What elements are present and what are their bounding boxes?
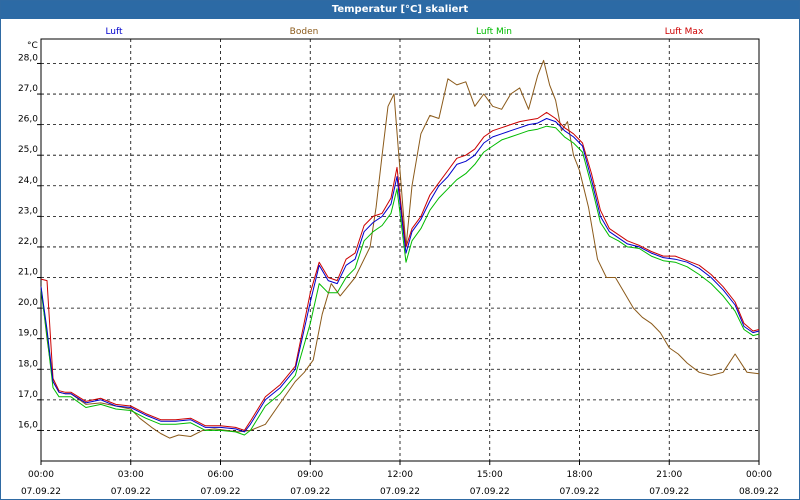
- legend-label-1: Boden: [290, 27, 319, 37]
- legend-label-3: Luft Max: [665, 27, 704, 37]
- x-tick-time: 15:00: [477, 470, 503, 480]
- y-tick-label: 24,0: [18, 176, 38, 186]
- x-tick-time: 09:00: [297, 470, 323, 480]
- y-tick-label: 26,0: [18, 115, 38, 125]
- y-tick-label: 27,0: [18, 84, 38, 94]
- y-axis-label: °C: [27, 41, 38, 51]
- x-tick-date: 07.09.22: [649, 487, 689, 497]
- x-tick-time: 00:00: [28, 470, 54, 480]
- y-tick-label: 28,0: [18, 53, 38, 63]
- x-tick-date: 08.09.22: [739, 487, 779, 497]
- x-tick-time: 12:00: [387, 470, 413, 480]
- legend-label-2: Luft Min: [476, 27, 512, 37]
- y-tick-label: 20,0: [18, 298, 38, 308]
- x-tick-date: 07.09.22: [380, 487, 420, 497]
- x-tick-date: 07.09.22: [559, 487, 599, 497]
- y-tick-label: 21,0: [18, 268, 38, 278]
- y-tick-label: 17,0: [18, 390, 38, 400]
- x-tick-time: 06:00: [208, 470, 234, 480]
- y-tick-label: 25,0: [18, 145, 38, 155]
- x-tick-time: 21:00: [656, 470, 682, 480]
- x-tick-date: 07.09.22: [290, 487, 330, 497]
- legend-label-0: Luft: [105, 27, 123, 37]
- x-tick-date: 07.09.22: [200, 487, 240, 497]
- x-tick-date: 07.09.22: [111, 487, 151, 497]
- x-tick-date: 07.09.22: [21, 487, 61, 497]
- y-tick-label: 18,0: [18, 359, 38, 369]
- x-tick-date: 07.09.22: [470, 487, 510, 497]
- x-tick-time: 18:00: [567, 470, 593, 480]
- chart-window: Temperatur [°C] skaliert 16,0 17,0 18,0 19,…: [0, 0, 800, 500]
- y-tick-label: 22,0: [18, 237, 38, 247]
- y-tick-label: 23,0: [18, 206, 38, 216]
- y-tick-label: 16,0: [18, 420, 38, 430]
- x-tick-time: 00:00: [746, 470, 772, 480]
- y-tick-label: 19,0: [18, 329, 38, 339]
- chart-svg: 16,0 17,0 18,0 19,0 20,0 21,0 22,0 23,0 24,0 25,0…: [18, 27, 779, 497]
- x-tick-time: 03:00: [118, 470, 144, 480]
